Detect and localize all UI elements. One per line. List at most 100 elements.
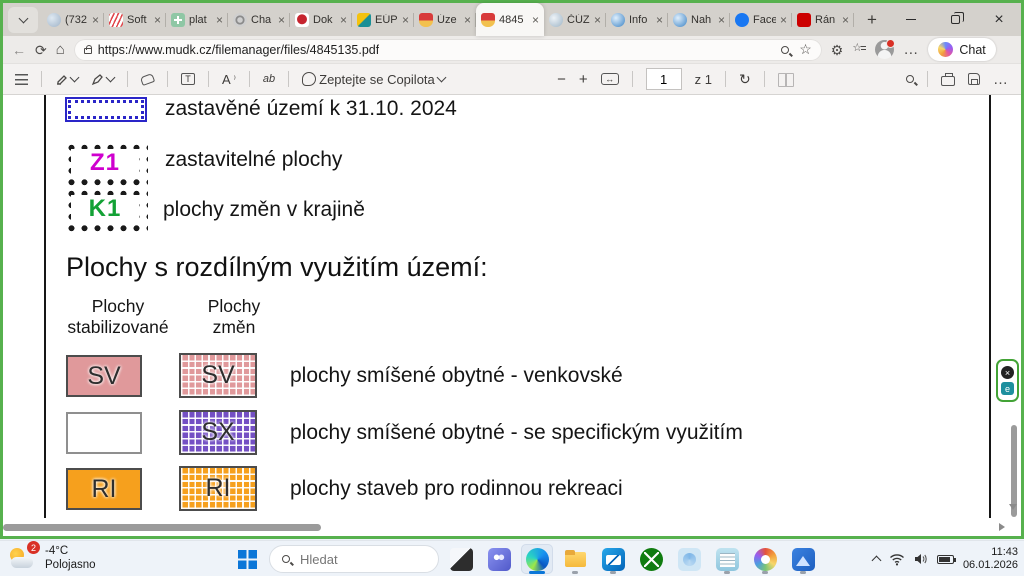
taskbar-search[interactable] [269, 545, 439, 573]
search-icon [906, 75, 914, 83]
extension-float-widget[interactable] [996, 359, 1019, 402]
browser-tab[interactable]: Rán [792, 3, 854, 36]
draw-button[interactable] [91, 73, 114, 86]
browser-tab[interactable]: Soft [104, 3, 166, 36]
tab-close-icon[interactable] [154, 14, 161, 26]
browser-tab[interactable]: Cha [228, 3, 290, 36]
weather-temp: -4°C [45, 544, 96, 558]
tab-close-icon[interactable] [464, 14, 471, 26]
print-button[interactable] [941, 73, 955, 86]
row-label-sx: plochy smíšené obytné - se specifickým v… [290, 410, 743, 455]
tab-close-icon[interactable] [532, 14, 539, 26]
swatch-code: SX [201, 418, 234, 447]
extensions-button[interactable] [831, 43, 844, 57]
taskbar-task-view-button[interactable] [445, 544, 477, 574]
taskbar-teams-button[interactable] [483, 544, 515, 574]
zoom-search-icon[interactable] [781, 46, 789, 54]
zoom-out-button[interactable] [557, 71, 566, 88]
address-bar: https://www.mudk.cz/filemanager/files/48… [3, 36, 1021, 63]
clock[interactable]: 11:43 06.01.2026 [963, 546, 1018, 572]
taskbar-outlook-button[interactable] [597, 544, 629, 574]
browser-tab[interactable]: Info [606, 3, 668, 36]
running-indicator [610, 571, 616, 574]
tab-strip: (732 Soft plat [3, 3, 1021, 36]
ask-copilot-button[interactable]: Zeptejte se Copilota [302, 72, 445, 87]
copilot-app-icon [678, 548, 701, 571]
read-aloud-button[interactable] [222, 72, 236, 87]
browser-tab[interactable]: Face [730, 3, 792, 36]
running-indicator [529, 571, 545, 574]
widget-close-icon[interactable] [1001, 366, 1014, 379]
taskbar-notepad-button[interactable] [711, 544, 743, 574]
home-button[interactable] [56, 42, 65, 57]
copilot-icon [938, 42, 953, 57]
highlighter-button[interactable] [55, 73, 78, 86]
battery-icon[interactable] [937, 555, 954, 564]
tab-close-icon[interactable] [842, 14, 849, 26]
page-number-input[interactable] [646, 68, 682, 90]
taskbar-copilot-button[interactable] [673, 544, 705, 574]
favorites-list-icon[interactable] [852, 44, 866, 56]
url-field[interactable]: https://www.mudk.cz/filemanager/files/48… [74, 39, 822, 61]
tab-close-icon[interactable] [594, 14, 601, 26]
taskbar-photos-button[interactable] [787, 544, 819, 574]
copilot-chat-button[interactable]: Chat [928, 38, 995, 61]
minimize-button[interactable] [889, 3, 933, 36]
settings-more-button[interactable] [903, 42, 919, 57]
fit-width-button[interactable] [601, 73, 619, 85]
tab-close-icon[interactable] [216, 14, 223, 26]
close-button[interactable] [977, 3, 1021, 36]
profile-avatar[interactable] [875, 40, 894, 59]
url-text: https://www.mudk.cz/filemanager/files/48… [98, 43, 379, 57]
refresh-button[interactable] [35, 43, 47, 57]
browser-window: (732 Soft plat [0, 0, 1024, 539]
scroll-right-arrow[interactable] [999, 523, 1005, 531]
taskbar-xbox-button[interactable] [635, 544, 667, 574]
tab-close-icon[interactable] [718, 14, 725, 26]
toc-button[interactable] [15, 74, 28, 85]
taskbar-search-input[interactable] [298, 551, 408, 568]
tab-search-button[interactable] [8, 7, 38, 33]
tab-close-icon[interactable] [656, 14, 663, 26]
favorite-star-icon[interactable] [799, 41, 812, 59]
browser-tab[interactable]: Dok [290, 3, 352, 36]
weather-widget[interactable]: 2 -4°C Polojasno [8, 544, 96, 572]
new-tab-button[interactable]: + [858, 7, 886, 33]
taskbar-paint-button[interactable] [749, 544, 781, 574]
add-text-button[interactable] [181, 73, 195, 85]
find-in-document-button[interactable] [906, 75, 914, 83]
browser-tab[interactable]: plat [166, 3, 228, 36]
translate-button[interactable] [263, 73, 275, 85]
tab-close-icon[interactable] [780, 14, 787, 26]
browser-tab[interactable]: ČÚZ [544, 3, 606, 36]
widget-e-icon[interactable] [1001, 382, 1014, 395]
zoom-in-button[interactable] [579, 71, 588, 88]
back-button[interactable] [12, 43, 26, 57]
tab-close-icon[interactable] [278, 14, 285, 26]
browser-tab[interactable]: Nah [668, 3, 730, 36]
taskbar-file-explorer-button[interactable] [559, 544, 591, 574]
text-box-icon [181, 73, 195, 85]
eraser-button[interactable] [141, 75, 154, 84]
swatch-stabilized-sx [66, 412, 142, 454]
tab-close-icon[interactable] [340, 14, 347, 26]
volume-icon[interactable] [914, 553, 928, 565]
two-page-view-button[interactable] [778, 73, 794, 85]
pdf-toolbar: Zeptejte se Copilota z 1 [3, 63, 1021, 95]
pdf-more-button[interactable] [993, 71, 1009, 88]
restore-button[interactable] [933, 3, 977, 36]
browser-tab[interactable]: EÚP [352, 3, 414, 36]
browser-tab[interactable]: (732 [42, 3, 104, 36]
horizontal-scrollbar-thumb[interactable] [3, 524, 321, 531]
tab-close-icon[interactable] [402, 14, 409, 26]
wifi-icon[interactable] [889, 553, 905, 566]
save-button[interactable] [968, 73, 980, 85]
scroll-down-arrow[interactable] [1009, 504, 1017, 510]
browser-tab[interactable]: 4845 [476, 3, 544, 36]
hidden-icons-chevron[interactable] [871, 556, 881, 566]
browser-tab[interactable]: Úze [414, 3, 476, 36]
taskbar-edge-button[interactable] [521, 544, 553, 574]
start-button[interactable] [231, 544, 263, 574]
tab-close-icon[interactable] [92, 14, 99, 26]
rotate-button[interactable] [739, 71, 751, 88]
